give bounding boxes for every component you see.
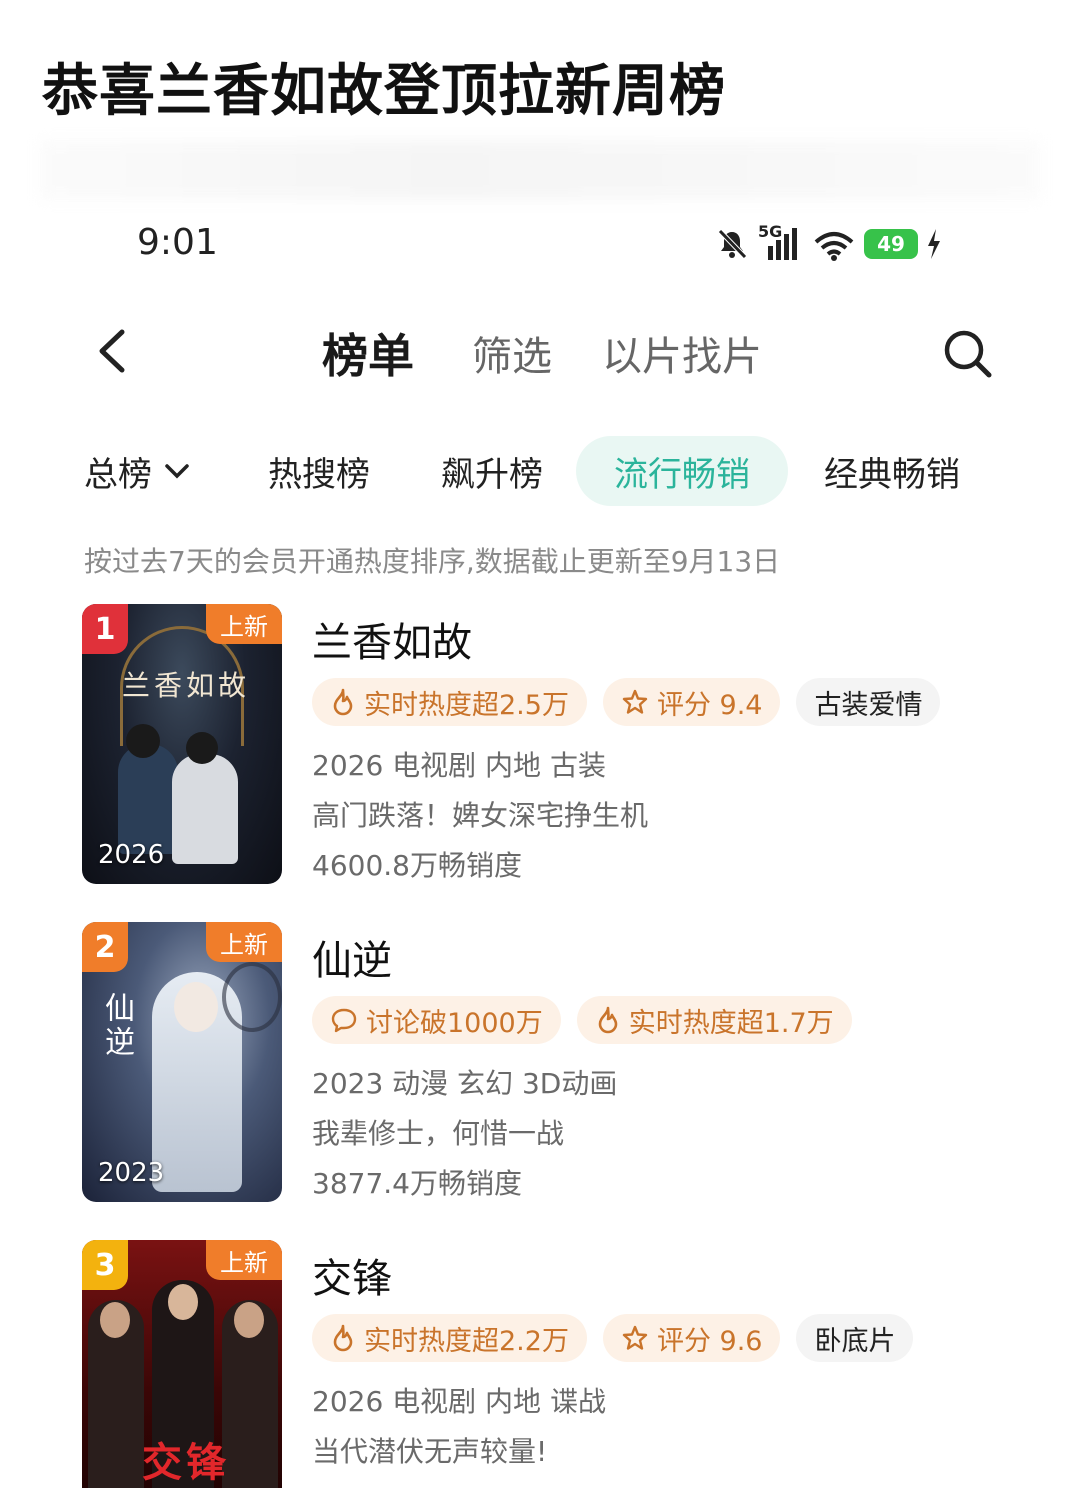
- poster-image[interactable]: 兰香如故 1 上新 2026: [82, 604, 282, 884]
- list-item[interactable]: 交锋 3 上新 交锋 实时热度超2.2万 评分 9.6 卧底片 2026 电视剧…: [82, 1240, 1042, 1488]
- signal-icon: 5G: [758, 222, 804, 262]
- battery-indicator: 49: [864, 229, 918, 259]
- search-icon[interactable]: [940, 326, 994, 380]
- tag-row: 讨论破1000万 实时热度超1.7万: [312, 996, 852, 1044]
- flame-icon: [333, 1324, 353, 1352]
- rating-tag-text: 评分 9.4: [656, 689, 763, 721]
- heat-tag: 实时热度超2.5万: [312, 678, 587, 726]
- poster-image[interactable]: 仙逆 2 上新 2023: [82, 922, 282, 1202]
- discussion-tag: 讨论破1000万: [312, 996, 561, 1044]
- item-description: 我辈修士，何惜一战: [312, 1117, 565, 1150]
- ranking-filter-bar: 总榜 热搜榜 飙升榜 流行畅销 经典畅销: [0, 436, 1080, 506]
- filter-overall-label: 总榜: [84, 454, 152, 495]
- star-icon: [622, 689, 648, 714]
- heat-tag-text: 实时热度超2.5万: [364, 689, 569, 721]
- chat-icon: [331, 1008, 357, 1033]
- flame-icon: [598, 1006, 618, 1034]
- poster-title: 兰香如故: [122, 669, 251, 702]
- rating-tag: 评分 9.6: [602, 1314, 781, 1362]
- rank-badge: 1: [82, 604, 128, 654]
- heat-tag-text: 实时热度超1.7万: [628, 1007, 834, 1039]
- item-description: 当代潜伏无声较量!: [312, 1435, 548, 1468]
- tag-row: 实时热度超2.5万 评分 9.4 古装爱情: [312, 678, 941, 726]
- flame-icon: [333, 688, 353, 716]
- poster-image[interactable]: 交锋 3 上新: [82, 1240, 282, 1488]
- filter-classic-bestseller[interactable]: 经典畅销: [824, 436, 960, 506]
- tab-find-by-clip[interactable]: 以片找片: [602, 324, 762, 382]
- heat-tag-text: 实时热度超2.2万: [364, 1325, 569, 1357]
- new-badge: 上新: [206, 1240, 282, 1280]
- list-item[interactable]: 仙逆 2 上新 2023 仙逆 讨论破1000万 实时热度超1.7万 2023 …: [82, 922, 1042, 1202]
- heat-tag: 实时热度超1.7万: [576, 996, 852, 1044]
- wifi-icon: [814, 232, 854, 261]
- poster-title: 交锋: [142, 1439, 230, 1486]
- discussion-tag-text: 讨论破1000万: [366, 1007, 543, 1039]
- item-title[interactable]: 仙逆: [312, 928, 392, 986]
- list-item[interactable]: 兰香如故 1 上新 2026 兰香如故 实时热度超2.5万 评分 9.4 古装爱…: [82, 604, 1042, 884]
- ranking-note: 按过去7天的会员开通热度排序,数据截止更新至9月13日: [84, 545, 781, 578]
- charging-bolt-icon: [928, 229, 940, 259]
- item-sales: 3877.4万畅销度: [312, 1167, 522, 1200]
- poster-year: 2026: [98, 840, 165, 870]
- star-icon: [622, 1325, 648, 1350]
- tab-ranking[interactable]: 榜单: [322, 320, 414, 386]
- poster-year: 2023: [98, 1158, 165, 1188]
- item-info: 2026 电视剧 内地 古装: [312, 749, 606, 782]
- rank-badge: 3: [82, 1240, 128, 1290]
- heat-tag: 实时热度超2.2万: [312, 1314, 587, 1362]
- rating-tag-text: 评分 9.6: [656, 1325, 763, 1357]
- mute-bell-icon: [718, 229, 747, 259]
- filter-hot-search[interactable]: 热搜榜: [268, 436, 370, 506]
- back-arrow-icon[interactable]: [92, 326, 132, 376]
- status-time: 9:01: [137, 222, 218, 263]
- filter-rising[interactable]: 飙升榜: [441, 436, 543, 506]
- rank-badge: 2: [82, 922, 128, 972]
- item-info: 2023 动漫 玄幻 3D动画: [312, 1067, 618, 1100]
- chevron-down-icon: [165, 464, 189, 479]
- item-sales: 4600.8万畅销度: [312, 849, 522, 882]
- blurred-caption-strip: [40, 140, 1040, 200]
- top-nav-bar: 榜单 筛选 以片找片: [0, 318, 1080, 388]
- tab-filter[interactable]: 筛选: [472, 324, 552, 382]
- poster-title: 仙逆: [99, 992, 134, 1060]
- genre-tag: 古装爱情: [796, 678, 941, 726]
- filter-overall[interactable]: 总榜: [84, 436, 190, 506]
- page-headline: 恭喜兰香如故登顶拉新周榜: [42, 59, 726, 124]
- item-title[interactable]: 交锋: [312, 1246, 392, 1304]
- item-description: 高门跌落！婢女深宅挣生机: [312, 799, 649, 832]
- new-badge: 上新: [206, 604, 282, 644]
- status-icons: 5G 49: [714, 222, 942, 264]
- rating-tag: 评分 9.4: [602, 678, 781, 726]
- new-badge: 上新: [206, 922, 282, 962]
- tag-row: 实时热度超2.2万 评分 9.6 卧底片: [312, 1314, 914, 1362]
- item-info: 2026 电视剧 内地 谍战: [312, 1385, 606, 1418]
- item-title[interactable]: 兰香如故: [312, 610, 472, 668]
- filter-popular-bestseller[interactable]: 流行畅销: [576, 436, 788, 506]
- genre-tag: 卧底片: [796, 1314, 914, 1362]
